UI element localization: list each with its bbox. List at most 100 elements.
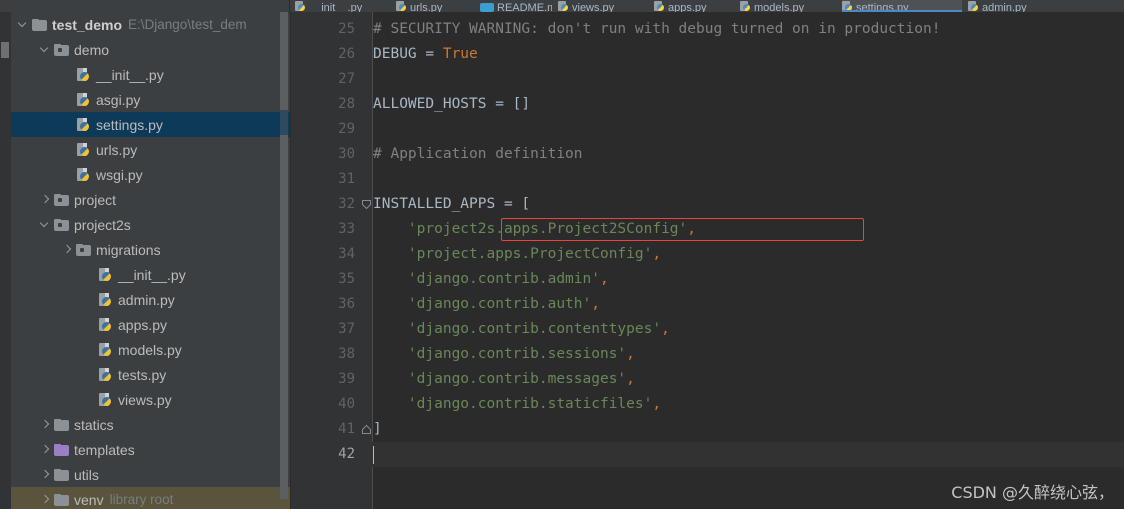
- code-line[interactable]: 'django.contrib.admin',: [373, 267, 1124, 292]
- tree-item-venv[interactable]: venv library root: [11, 487, 290, 509]
- code-line[interactable]: DEBUG = True: [373, 42, 1124, 67]
- tree-item-label: utils: [74, 466, 99, 483]
- line-number[interactable]: 38: [291, 342, 355, 367]
- code-token: # Application definition: [373, 146, 583, 162]
- editor-tab-models-py[interactable]: models.py: [740, 0, 836, 12]
- code-area[interactable]: # SECURITY WARNING: don't run with debug…: [373, 12, 1124, 509]
- fold-collapse-icon[interactable]: [361, 199, 372, 210]
- line-number[interactable]: 34: [291, 242, 355, 267]
- line-number[interactable]: 25: [291, 17, 355, 42]
- tree-item-admin-py[interactable]: admin.py: [11, 287, 290, 312]
- code-line[interactable]: 'django.contrib.messages',: [373, 367, 1124, 392]
- tree-item-demo[interactable]: demo: [11, 37, 290, 62]
- line-number[interactable]: 26: [291, 42, 355, 67]
- tree-item-statics[interactable]: statics: [11, 412, 290, 437]
- project-tree-scrollbar-thumb[interactable]: [280, 12, 288, 499]
- python-file-icon: [558, 1, 569, 12]
- editor-tab-readme-md[interactable]: README.md: [480, 0, 552, 12]
- line-number[interactable]: 41: [291, 417, 355, 442]
- tree-item-settings-py[interactable]: settings.py: [11, 112, 290, 137]
- project-tree[interactable]: test_demo E:\Django\test_dem demo __init__.…: [11, 12, 290, 509]
- line-number[interactable]: 27: [291, 67, 355, 92]
- chevron-right-icon[interactable]: [39, 443, 52, 456]
- line-number[interactable]: 33: [291, 217, 355, 242]
- editor-tab-apps-py[interactable]: apps.py: [654, 0, 734, 12]
- no-toggle: [61, 118, 74, 131]
- tree-item-utils[interactable]: utils: [11, 462, 290, 487]
- line-number[interactable]: 39: [291, 367, 355, 392]
- code-editor[interactable]: # SECURITY WARNING: don't run with debug…: [291, 12, 1124, 509]
- line-number[interactable]: 37: [291, 317, 355, 342]
- line-number[interactable]: 35: [291, 267, 355, 292]
- line-number[interactable]: 31: [291, 167, 355, 192]
- tree-item-migrations[interactable]: migrations: [11, 237, 290, 262]
- code-line[interactable]: [373, 67, 1124, 92]
- tree-item-models-py[interactable]: models.py: [11, 337, 290, 362]
- tree-item-asgi-py[interactable]: asgi.py: [11, 87, 290, 112]
- chevron-right-icon[interactable]: [61, 243, 74, 256]
- code-line[interactable]: [373, 117, 1124, 142]
- line-number[interactable]: 32: [291, 192, 355, 217]
- code-line[interactable]: 'django.contrib.auth',: [373, 292, 1124, 317]
- editor-tab-strip: __init__.py urls.py README.md views.py apps.…: [0, 0, 1124, 12]
- chevron-right-icon[interactable]: [39, 468, 52, 481]
- chevron-down-icon[interactable]: [39, 218, 52, 231]
- no-toggle: [61, 93, 74, 106]
- module-folder-icon: [54, 43, 69, 56]
- code-line[interactable]: [373, 442, 1124, 467]
- code-line[interactable]: ALLOWED_HOSTS = []: [373, 92, 1124, 117]
- tree-item--init-py[interactable]: __init__.py: [11, 62, 290, 87]
- editor-tab-settings-py[interactable]: settings.py: [842, 0, 962, 12]
- code-token: 'project2s.apps.Project2SConfig': [373, 221, 688, 237]
- tree-item-views-py[interactable]: views.py: [11, 387, 290, 412]
- tree-item--init-py[interactable]: __init__.py: [11, 262, 290, 287]
- tree-item-urls-py[interactable]: urls.py: [11, 137, 290, 162]
- python-file-icon: [98, 367, 113, 382]
- code-line[interactable]: ]: [373, 417, 1124, 442]
- tree-item-project[interactable]: project: [11, 187, 290, 212]
- tree-item-project2s[interactable]: project2s: [11, 212, 290, 237]
- tree-item-wsgi-py[interactable]: wsgi.py: [11, 162, 290, 187]
- code-line[interactable]: 'django.contrib.contenttypes',: [373, 317, 1124, 342]
- code-line[interactable]: 'project2s.apps.Project2SConfig',: [373, 217, 1124, 242]
- chevron-right-icon[interactable]: [39, 193, 52, 206]
- line-number[interactable]: 29: [291, 117, 355, 142]
- editor-tab-label: __init__.py: [309, 2, 363, 12]
- code-line[interactable]: 'project.apps.ProjectConfig',: [373, 242, 1124, 267]
- editor-tab-urls-py[interactable]: urls.py: [396, 0, 474, 12]
- chevron-down-icon[interactable]: [39, 43, 52, 56]
- left-tool-window-bar[interactable]: Project: [0, 12, 11, 509]
- line-number[interactable]: 36: [291, 292, 355, 317]
- tree-item-templates[interactable]: templates: [11, 437, 290, 462]
- line-number[interactable]: 30: [291, 142, 355, 167]
- code-line[interactable]: # SECURITY WARNING: don't run with debug…: [373, 17, 1124, 42]
- module-folder-icon: [54, 193, 69, 206]
- editor-tab-admin-py[interactable]: admin.py: [968, 0, 1078, 12]
- tree-item-apps-py[interactable]: apps.py: [11, 312, 290, 337]
- tree-item-label: project: [74, 191, 117, 208]
- python-file-icon: [76, 167, 91, 182]
- code-line[interactable]: [373, 167, 1124, 192]
- python-file-icon: [98, 267, 113, 282]
- code-line[interactable]: INSTALLED_APPS = [: [373, 192, 1124, 217]
- fold-end-icon[interactable]: [361, 424, 372, 435]
- editor-tab--init-py[interactable]: __init__.py: [295, 0, 390, 12]
- code-line[interactable]: 'django.contrib.sessions',: [373, 342, 1124, 367]
- chevron-right-icon[interactable]: [39, 418, 52, 431]
- no-toggle: [83, 368, 96, 381]
- code-line[interactable]: 'django.contrib.staticfiles',: [373, 392, 1124, 417]
- chevron-right-icon[interactable]: [39, 493, 52, 506]
- code-token: 'project.apps.ProjectConfig': [373, 246, 653, 262]
- project-tree-selection-marker: [280, 110, 288, 135]
- chevron-down-icon[interactable]: [17, 18, 30, 31]
- no-toggle: [83, 293, 96, 306]
- code-token: ,: [652, 396, 662, 412]
- tree-item-test-demo[interactable]: test_demo E:\Django\test_dem: [11, 12, 290, 37]
- tree-item-tests-py[interactable]: tests.py: [11, 362, 290, 387]
- code-line[interactable]: # Application definition: [373, 142, 1124, 167]
- editor-tab-views-py[interactable]: views.py: [558, 0, 648, 12]
- line-number[interactable]: 28: [291, 92, 355, 117]
- line-number[interactable]: 42: [291, 442, 355, 467]
- project-tree-panel[interactable]: test_demo E:\Django\test_dem demo __init__.…: [11, 12, 290, 509]
- line-number[interactable]: 40: [291, 392, 355, 417]
